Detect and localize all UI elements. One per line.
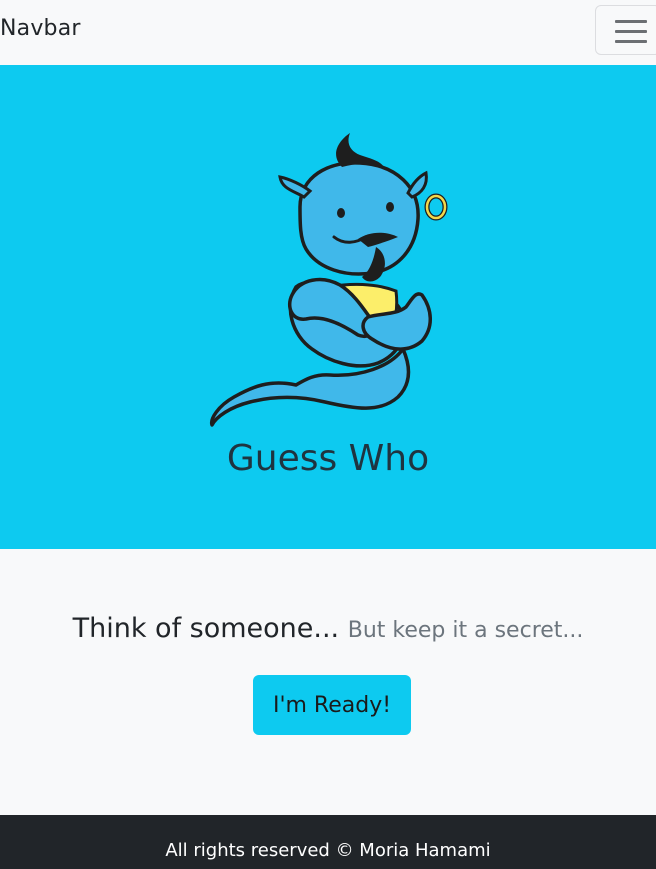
hero-title: Guess Who — [226, 438, 430, 479]
hero-banner: Guess Who — [0, 65, 656, 549]
navbar: Navbar — [0, 0, 656, 65]
genie-logo-icon — [209, 133, 448, 427]
main-heading-text: Think of someone... — [72, 613, 340, 644]
footer: All rights reserved © Moria Hamami — [0, 815, 656, 869]
main-heading: Think of someone... But keep it a secret… — [0, 610, 656, 650]
navbar-toggler-button[interactable] — [595, 5, 656, 55]
ready-button[interactable]: I'm Ready! — [253, 675, 411, 735]
main-subheading: But keep it a secret... — [347, 618, 584, 643]
navbar-brand[interactable]: Navbar — [0, 16, 81, 41]
hamburger-menu-icon — [615, 20, 647, 43]
footer-copyright: All rights reserved © Moria Hamami — [165, 840, 491, 861]
